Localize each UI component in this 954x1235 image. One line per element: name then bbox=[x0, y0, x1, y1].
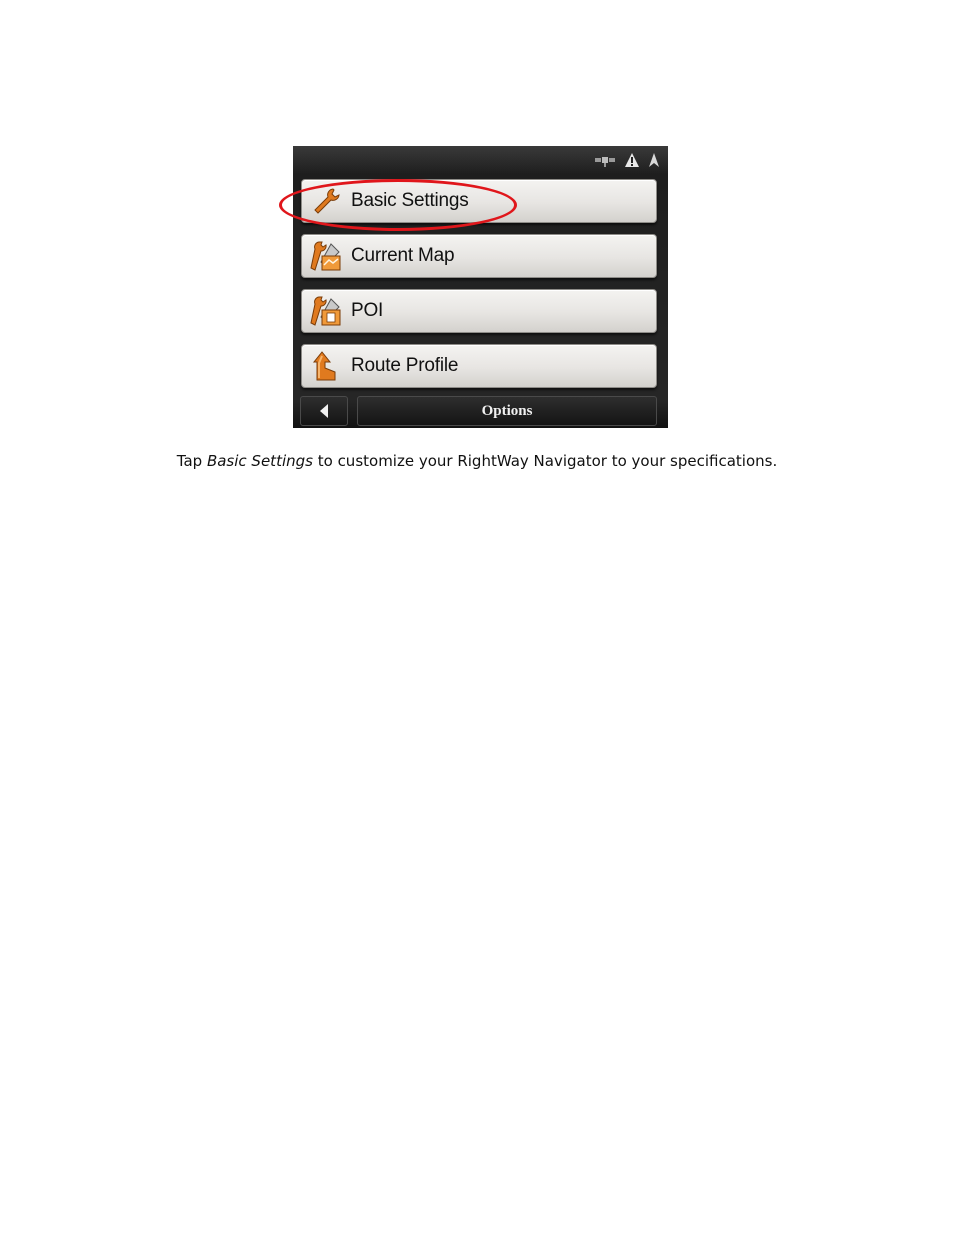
poi-tools-icon bbox=[307, 294, 345, 328]
menu-item-poi[interactable]: POI bbox=[301, 289, 657, 333]
wrench-icon bbox=[307, 184, 345, 218]
navigator-screenshot: Basic Settings Current Map POI Route Pro… bbox=[293, 146, 668, 428]
caption-before: Tap bbox=[176, 452, 207, 470]
screen-title-bar: Options bbox=[357, 396, 657, 426]
menu-item-label: Basic Settings bbox=[351, 190, 469, 211]
route-profile-icon bbox=[307, 349, 345, 383]
menu-item-basic-settings[interactable]: Basic Settings bbox=[301, 179, 657, 223]
gps-signal-icon bbox=[649, 153, 659, 167]
menu-item-route-profile[interactable]: Route Profile bbox=[301, 344, 657, 388]
caption-after: to customize your RightWay Navigator to … bbox=[312, 452, 778, 470]
back-button[interactable] bbox=[300, 396, 348, 426]
caption: Tap Basic Settings to customize your Rig… bbox=[0, 452, 954, 470]
status-icons bbox=[594, 151, 660, 169]
status-bar bbox=[293, 146, 668, 176]
screen-title: Options bbox=[481, 402, 533, 419]
menu-item-current-map[interactable]: Current Map bbox=[301, 234, 657, 278]
menu-item-label: POI bbox=[351, 300, 384, 321]
caption-emphasis: Basic Settings bbox=[206, 452, 313, 470]
back-arrow-icon bbox=[320, 404, 328, 418]
warning-icon bbox=[625, 153, 639, 167]
bottom-bar: Options bbox=[293, 394, 668, 428]
satellite-icon bbox=[595, 157, 615, 167]
menu-item-label: Current Map bbox=[351, 245, 455, 266]
menu-item-label: Route Profile bbox=[351, 355, 459, 376]
map-tools-icon bbox=[307, 239, 345, 273]
